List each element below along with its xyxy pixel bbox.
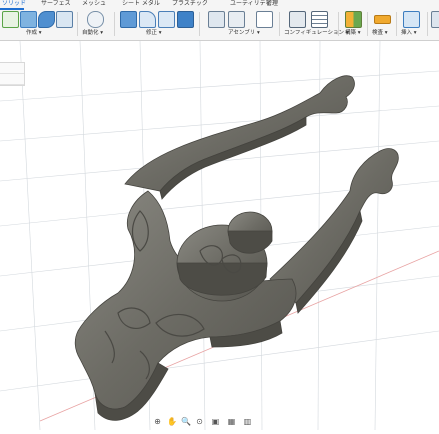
- configure-icon[interactable]: [289, 11, 306, 28]
- pliers-model[interactable]: [74, 75, 399, 421]
- separator: [77, 12, 78, 36]
- new-component-icon[interactable]: [2, 11, 19, 28]
- as-built-joint-icon[interactable]: [228, 11, 245, 28]
- assemble-extra-icon[interactable]: [256, 11, 273, 28]
- tab-plastic[interactable]: プラスチック: [172, 0, 208, 8]
- separator: [396, 12, 397, 36]
- hole-icon[interactable]: [56, 11, 73, 28]
- separator: [427, 12, 428, 36]
- create-menu[interactable]: 作成 ▾: [26, 30, 42, 37]
- viewports-icon[interactable]: ▥: [243, 417, 252, 426]
- shell-icon[interactable]: [177, 11, 194, 28]
- tab-solid[interactable]: ソリッド: [2, 0, 26, 8]
- insert-menu[interactable]: 挿入 ▾: [401, 30, 417, 37]
- fit-icon[interactable]: ⊙: [195, 417, 204, 426]
- chamfer-icon[interactable]: [158, 11, 175, 28]
- separator: [199, 12, 200, 36]
- fillet-icon[interactable]: [139, 11, 156, 28]
- display-settings-icon[interactable]: ▣: [211, 417, 220, 426]
- extrude-icon[interactable]: [20, 11, 37, 28]
- automate-icon[interactable]: [87, 11, 104, 28]
- viewport-canvas[interactable]: [0, 40, 439, 431]
- modify-menu[interactable]: 修正 ▾: [146, 30, 162, 37]
- measure-icon[interactable]: [374, 15, 391, 24]
- construct-menu[interactable]: 構築 ▾: [345, 30, 361, 37]
- inspect-menu[interactable]: 検査 ▾: [372, 30, 388, 37]
- 3d-viewport[interactable]: [0, 40, 439, 431]
- zoom-icon[interactable]: 🔍: [181, 417, 191, 426]
- tab-sheet-metal[interactable]: シート メタル: [122, 0, 160, 8]
- active-tab-underline: [0, 8, 24, 10]
- tab-surface[interactable]: サーフェス: [41, 0, 71, 8]
- separator: [279, 12, 280, 36]
- automate-menu[interactable]: 自動化 ▾: [82, 30, 103, 37]
- joint-icon[interactable]: [208, 11, 225, 28]
- separator: [367, 12, 368, 36]
- browser-panel-stub[interactable]: [0, 62, 25, 86]
- browser-row[interactable]: [0, 63, 24, 74]
- pan-icon[interactable]: ✋: [167, 417, 177, 426]
- navigation-bar: ⊕ ✋ 🔍 ⊙ ▣ ▦ ▥: [151, 416, 271, 428]
- grid-settings-icon[interactable]: ▦: [227, 417, 236, 426]
- assemble-menu[interactable]: アセンブリ ▾: [228, 30, 260, 37]
- separator: [114, 12, 115, 36]
- tab-mesh[interactable]: メッシュ: [82, 0, 106, 8]
- revolve-icon[interactable]: [38, 11, 55, 28]
- tab-bar: ソリッド サーフェス メッシュ シート メタル プラスチック ユーティリティ 管…: [0, 0, 439, 10]
- orbit-icon[interactable]: ⊕: [153, 417, 162, 426]
- insert-icon[interactable]: [403, 11, 420, 28]
- offset-plane-icon[interactable]: [345, 11, 362, 28]
- press-pull-icon[interactable]: [120, 11, 137, 28]
- toolbar: ソリッド サーフェス メッシュ シート メタル プラスチック ユーティリティ 管…: [0, 0, 439, 41]
- browser-row[interactable]: [0, 74, 24, 85]
- separator: [338, 12, 339, 36]
- tab-manage[interactable]: 管理: [266, 0, 278, 8]
- table-icon[interactable]: [311, 11, 328, 28]
- select-icon[interactable]: [431, 11, 439, 28]
